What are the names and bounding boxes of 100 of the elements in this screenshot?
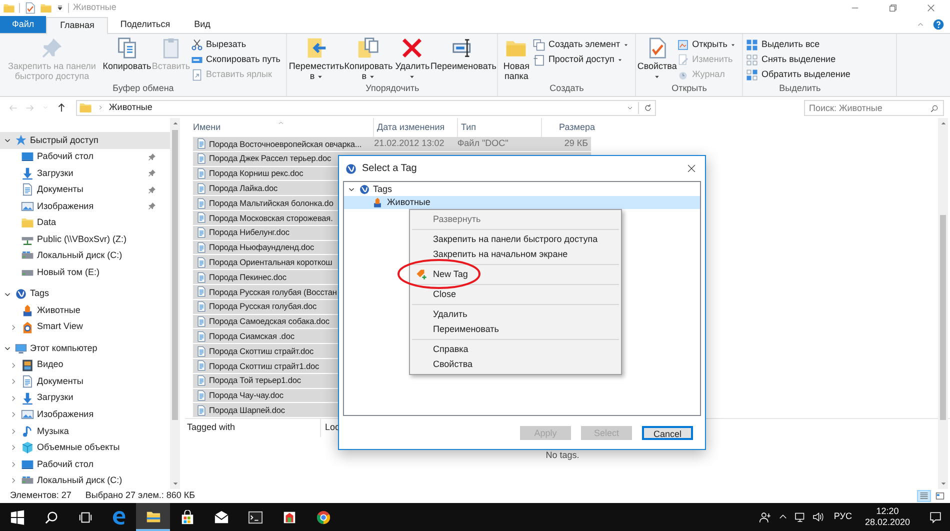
picture-icon [21,408,34,422]
pin-icon[interactable] [148,152,156,161]
details-view-button[interactable] [917,490,931,502]
caret-icon [42,104,49,111]
browser-icon [316,510,330,524]
pin-icon[interactable] [148,186,156,194]
pin-icon[interactable] [148,202,156,210]
nav-item[interactable]: Public (\\VBoxSvr) (Z:) [0,231,170,248]
network-icon[interactable] [794,511,806,523]
ribbon-button[interactable]: Удалить [394,37,430,83]
menu-item[interactable]: Удалить [410,307,621,322]
ribbon-button[interactable]: Выделить все [746,38,854,52]
ribbon-button[interactable]: Копировать в [344,37,392,83]
easy-access-icon [533,54,546,66]
pin-icon [41,37,63,59]
menu-item[interactable]: Свойства [410,357,621,372]
scroll-down-icon [940,480,946,487]
pin-icon[interactable] [148,169,156,178]
close-button[interactable] [686,163,697,174]
menu-item[interactable]: Закрепить на панели быстрого доступа [410,232,621,247]
nav-item[interactable]: Локальный диск (C:) [0,248,170,264]
tree-item[interactable]: Животные [344,196,700,209]
dialog-title: Select a Tag [362,162,417,176]
column-header[interactable]: Имени [193,118,373,137]
ribbon-button[interactable]: Создать элемент [533,38,632,52]
ribbon-button[interactable]: Новая папка [501,37,532,83]
taskbar-button[interactable] [136,503,170,531]
file-name: Порода Лайка.doc [209,182,278,194]
ribbon-button[interactable]: Свойства [639,37,676,83]
nav-item[interactable]: Изображения [0,406,170,424]
file-type: Файл "DOC" [457,137,508,150]
language-indicator[interactable]: РУС [830,510,856,524]
search-field[interactable]: Поиск: Животные [804,100,944,116]
caret-icon [654,74,660,80]
nav-item[interactable]: Видео [0,356,170,374]
delete-icon [401,37,424,59]
nav-item[interactable]: Этот компьютер [0,340,170,357]
history-icon [677,69,690,81]
people-icon[interactable] [758,510,772,524]
ribbon-button[interactable]: Переименовать [432,37,494,83]
ribbon-button[interactable]: Скопировать путь [191,53,284,67]
scrollbar[interactable] [170,118,180,489]
path-segment[interactable]: Животные [109,100,152,114]
ribbon-button[interactable]: Копировать [103,37,151,83]
menu-item[interactable]: Закрепить на начальном экране [410,247,621,262]
nav-item[interactable]: Tags [0,286,170,302]
nav-item[interactable]: Рабочий стол [0,148,170,166]
nav-item[interactable]: Загрузки [0,390,170,406]
file-name: Порода Русская голубая.doc [209,300,317,313]
smart-view-icon [21,320,34,334]
volume-icon[interactable] [812,511,824,523]
nav-item[interactable]: Документы [0,373,170,390]
properties-icon[interactable] [24,2,36,14]
folder-icon [21,216,34,230]
file-name: Порода Ньюфаундленд.doc [209,241,314,254]
file-row[interactable]: Порода Восточноевропейская овчарка... 21.02.2012 13:02 Файл "DOC" 29 КБ [193,137,591,152]
nav-item[interactable]: Data [0,214,170,232]
ribbon-tab[interactable]: Вид [182,16,222,33]
file-name: Порода Шарпей.doc [209,404,285,416]
scrollbar[interactable] [938,118,948,489]
ribbon-button[interactable]: Вырезать [191,38,284,52]
ribbon-tab[interactable]: Поделиться [108,16,182,33]
ribbon-button[interactable]: Обратить выделение [746,68,854,82]
ribbon-button[interactable]: Простой доступ [533,53,632,67]
file-tab[interactable]: Файл [0,16,46,33]
customize-caret-icon[interactable] [56,4,64,12]
dialog-button[interactable]: Cancel [642,426,693,440]
nav-item[interactable]: Объемные объекты [0,440,170,456]
up-arrow-button[interactable] [56,102,67,113]
tree-item[interactable]: Tags [344,183,700,196]
search-icon [44,510,58,524]
nav-item[interactable]: Рабочий стол [0,456,170,473]
column-header[interactable]: Tagged with [185,419,320,438]
clock[interactable]: 12:20 28.02.2020 [862,506,913,528]
menu-item[interactable]: Справка [410,342,621,357]
menu-item[interactable]: Close [410,287,621,302]
menu-item[interactable]: New Tag [410,267,621,282]
caret-icon [317,74,324,80]
nav-item[interactable]: Smart View [0,318,170,336]
select-all-icon [746,39,758,51]
nav-item[interactable]: Новый том (E:) [0,264,170,281]
star-icon [15,134,27,146]
nav-item[interactable]: Локальный диск (C:) [0,472,170,490]
nav-item[interactable]: Загрузки [0,165,170,182]
nav-item[interactable]: Быстрый доступ [0,132,170,149]
help-icon[interactable] [933,19,944,30]
menu-item[interactable]: Переименовать [410,322,621,337]
nav-item[interactable]: Изображения [0,198,170,215]
tiles-view-button[interactable] [933,490,947,502]
nav-item[interactable]: Музыка [0,423,170,440]
ribbon-button[interactable]: Открыть [677,38,740,52]
ribbon-button[interactable]: Переместить в [290,37,342,83]
nav-item[interactable]: Документы [0,182,170,198]
address-field[interactable]: Животные [76,100,656,116]
notification-icon[interactable] [929,510,942,524]
ribbon-tab[interactable]: Главная [46,17,108,34]
refresh-icon[interactable] [643,102,653,112]
ribbon-button[interactable]: Снять выделение [746,53,854,67]
file-name: Порода Нибелунг.doc [209,226,290,239]
nav-item[interactable]: Животные [0,302,170,319]
